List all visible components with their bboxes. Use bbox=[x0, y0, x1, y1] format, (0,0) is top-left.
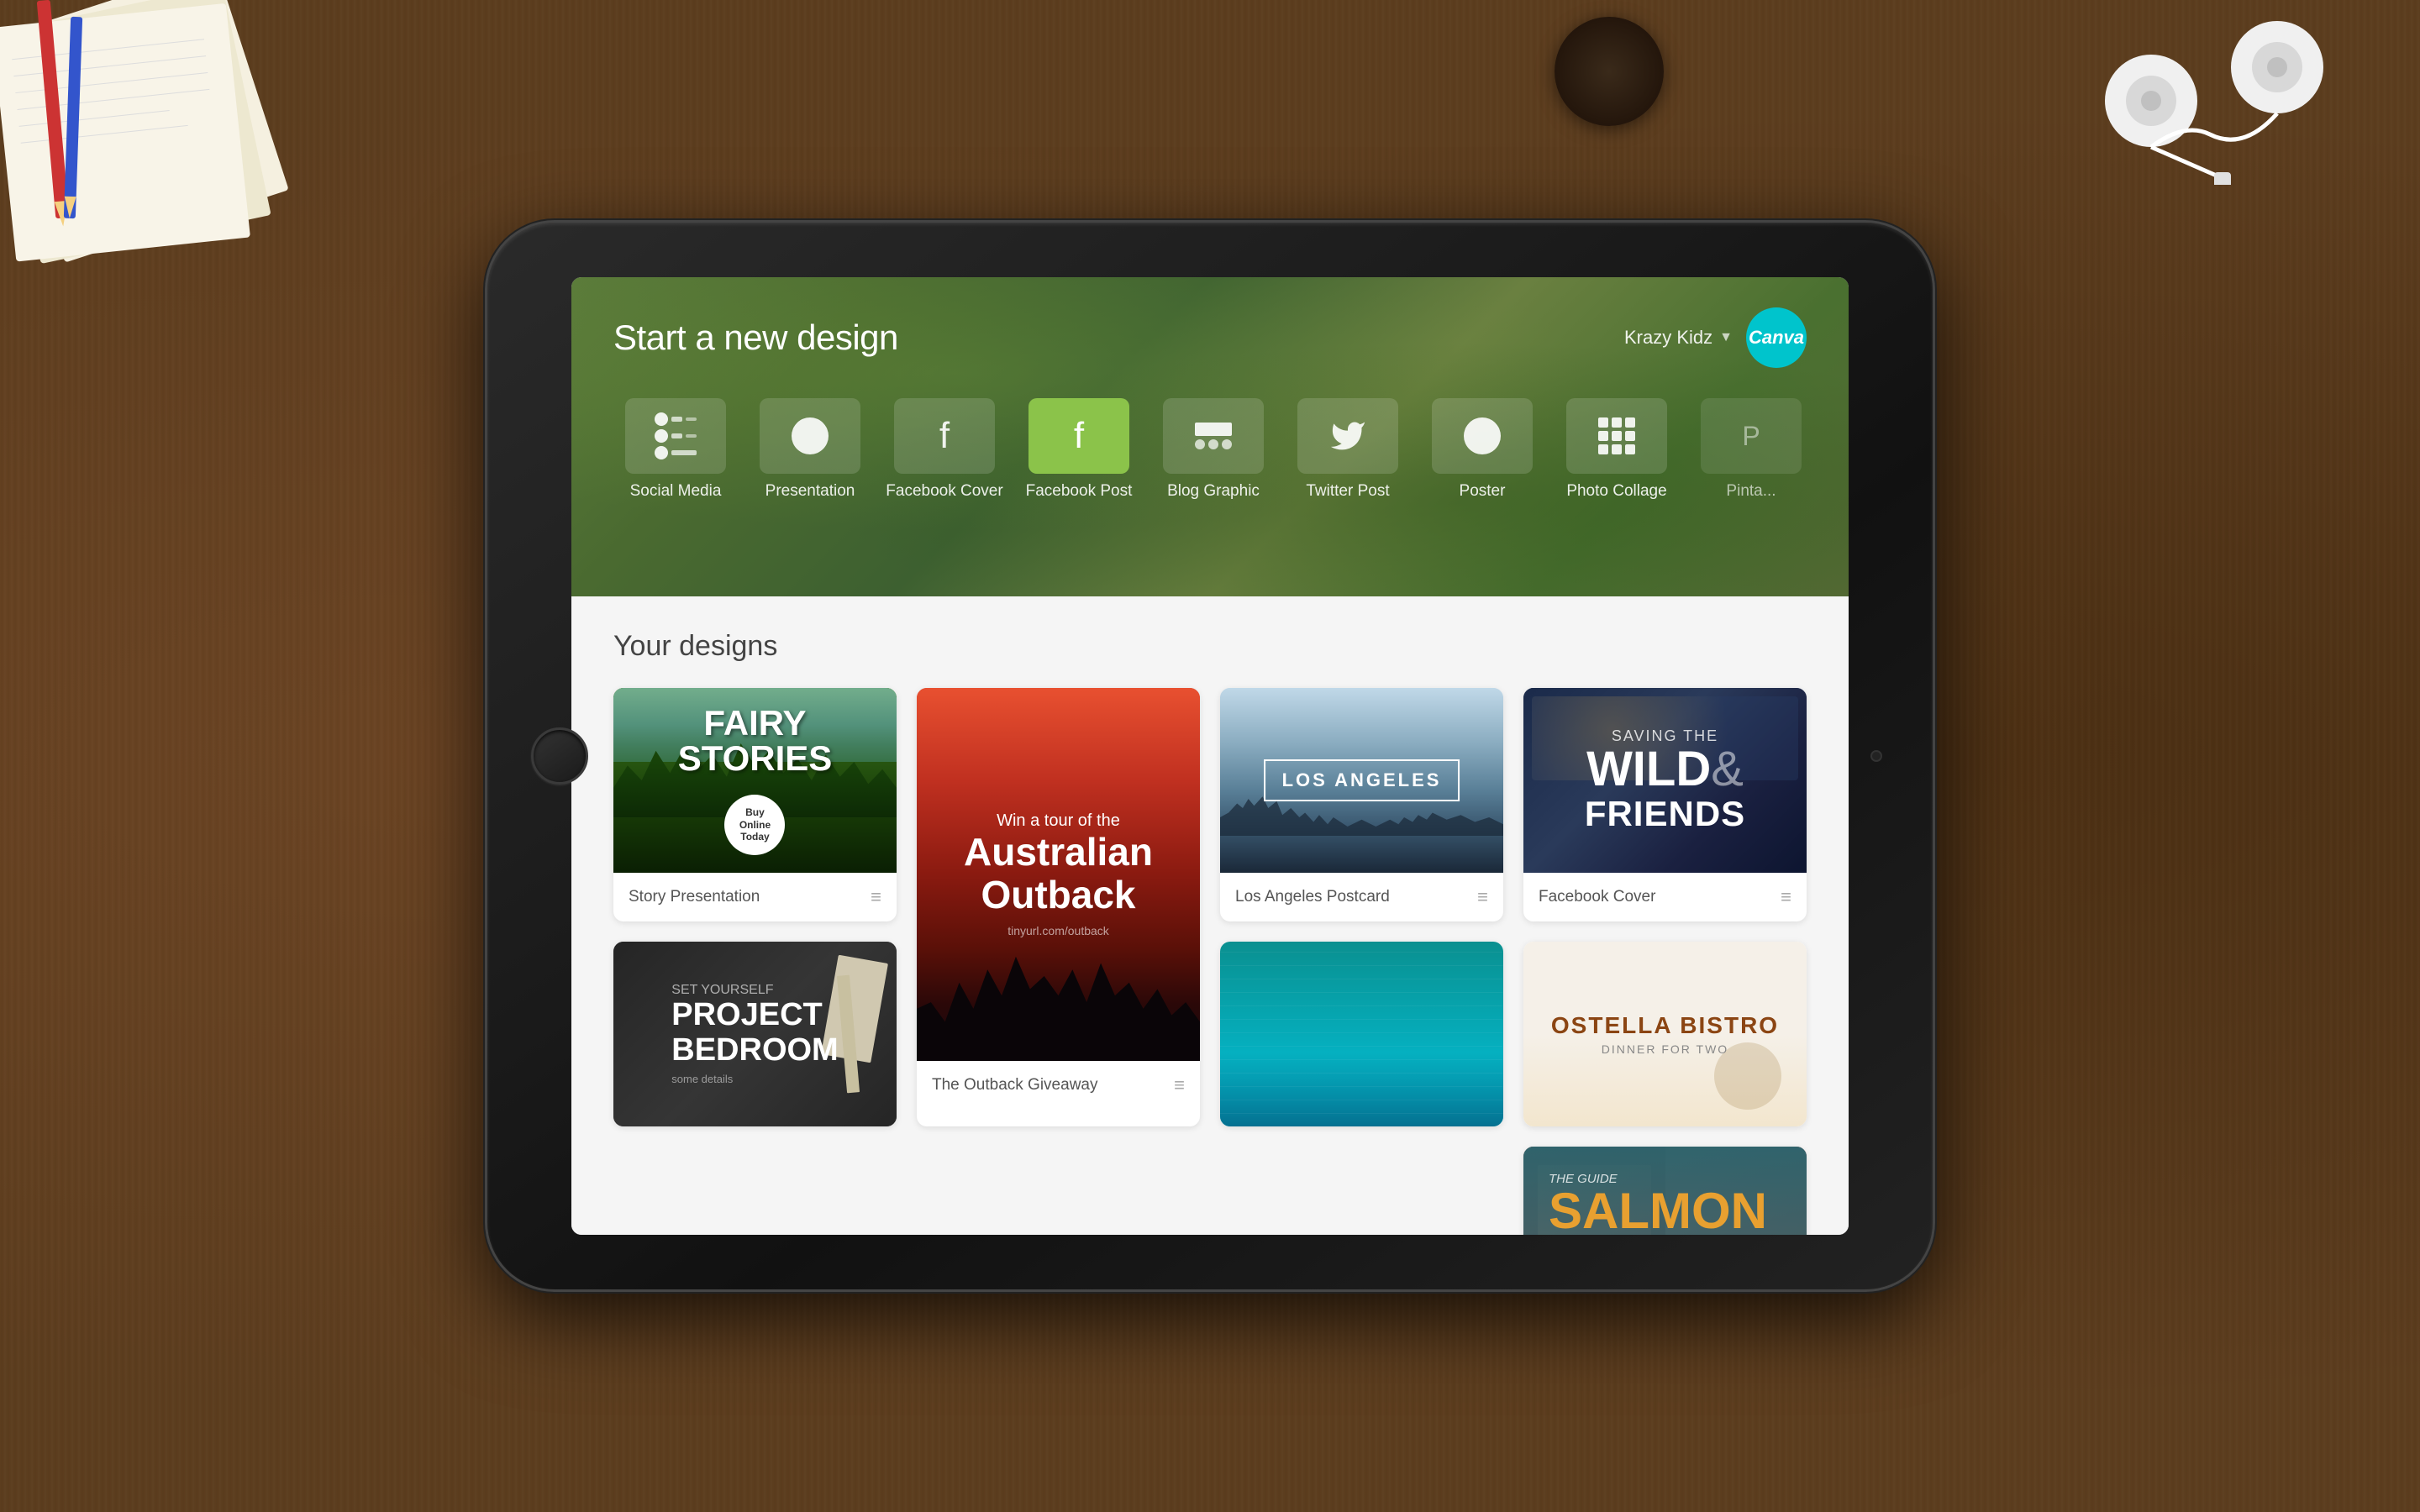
ipad-frame: Start a new design Krazy Kidz ▼ Canva bbox=[487, 223, 1933, 1289]
facebook-cover-icon: f bbox=[894, 398, 995, 474]
outback-card-name: The Outback Giveaway bbox=[932, 1076, 1097, 1095]
fairy-stories-image: FAIRYSTORIES BuyOnlineToday bbox=[613, 688, 897, 873]
design-type-social-media[interactable]: Social Media bbox=[613, 398, 738, 501]
outback-sub-text: tinyurl.com/outback bbox=[964, 924, 1153, 937]
poster-icon bbox=[1432, 398, 1533, 474]
dropdown-arrow-icon: ▼ bbox=[1719, 330, 1733, 345]
fairy-stories-menu-icon[interactable]: ≡ bbox=[871, 886, 881, 908]
project-title-text: PROJECTBEDROOM bbox=[671, 998, 838, 1068]
wild-amp-text: & bbox=[1711, 745, 1744, 794]
canva-logo[interactable]: Canva bbox=[1746, 307, 1807, 368]
design-type-facebook-cover[interactable]: f Facebook Cover bbox=[882, 398, 1007, 501]
social-media-label: Social Media bbox=[630, 482, 722, 501]
ipad-camera bbox=[1870, 750, 1882, 762]
design-card-la[interactable]: LOS ANGELES Los Angeles Postcard ≡ bbox=[1220, 688, 1503, 921]
pinta-icon: P bbox=[1701, 398, 1802, 474]
outback-main-text: AustralianOutback bbox=[964, 831, 1153, 916]
blog-graphic-icon bbox=[1163, 398, 1264, 474]
fairy-stories-title: FAIRYSTORIES bbox=[678, 706, 833, 776]
pinta-label: Pinta... bbox=[1726, 482, 1776, 501]
design-card-ostella[interactable]: OSTELLA BISTRO DINNER FOR TWO bbox=[1523, 942, 1807, 1126]
design-card-wild-friends[interactable]: SAVING THE WILD & FRIENDS Facebook Cover… bbox=[1523, 688, 1807, 921]
outback-menu-icon[interactable]: ≡ bbox=[1174, 1074, 1185, 1096]
canva-logo-text: Canva bbox=[1749, 327, 1804, 349]
design-type-presentation[interactable]: Presentation bbox=[748, 398, 872, 501]
outback-win-text: Win a tour of the bbox=[964, 811, 1153, 831]
design-type-twitter-post[interactable]: Twitter Post bbox=[1286, 398, 1410, 501]
wild-friends-card-name: Facebook Cover bbox=[1539, 888, 1655, 906]
blog-graphic-label: Blog Graphic bbox=[1167, 482, 1260, 501]
outback-image: Win a tour of the AustralianOutback tiny… bbox=[917, 688, 1200, 1061]
wild-friends-image: SAVING THE WILD & FRIENDS bbox=[1523, 688, 1807, 873]
design-card-project-bedroom[interactable]: SET YOURSELF PROJECTBEDROOM some details… bbox=[613, 942, 897, 1126]
ipad-screen: Start a new design Krazy Kidz ▼ Canva bbox=[571, 277, 1849, 1235]
poster-label: Poster bbox=[1460, 482, 1506, 501]
user-dropdown[interactable]: Krazy Kidz ▼ bbox=[1624, 327, 1733, 349]
design-types-row: Social Media Presentation f Facebook Cov… bbox=[613, 398, 1807, 501]
project-bedroom-image: SET YOURSELF PROJECTBEDROOM some details bbox=[613, 942, 897, 1126]
wild-friends-text-label: FRIENDS bbox=[1585, 794, 1745, 834]
design-card-fairy-stories[interactable]: FAIRYSTORIES BuyOnlineToday Story Presen… bbox=[613, 688, 897, 921]
header-section: Start a new design Krazy Kidz ▼ Canva bbox=[571, 277, 1849, 596]
photo-collage-label: Photo Collage bbox=[1566, 482, 1666, 501]
username-label: Krazy Kidz bbox=[1624, 327, 1712, 349]
la-image: LOS ANGELES bbox=[1220, 688, 1503, 873]
ocean-image bbox=[1220, 942, 1503, 1126]
ostella-image: OSTELLA BISTRO DINNER FOR TWO bbox=[1523, 942, 1807, 1126]
project-set-text: SET YOURSELF bbox=[671, 983, 838, 998]
design-type-photo-collage[interactable]: Photo Collage bbox=[1555, 398, 1679, 501]
facebook-cover-label: Facebook Cover bbox=[886, 482, 1002, 501]
salmon-image: THE GUIDE SALMON A full guide to choosin… bbox=[1523, 1147, 1807, 1235]
notebook-decoration bbox=[0, 0, 319, 269]
wild-friends-menu-icon[interactable]: ≡ bbox=[1781, 886, 1791, 908]
fairy-stories-card-name: Story Presentation bbox=[629, 888, 760, 906]
design-type-blog-graphic[interactable]: Blog Graphic bbox=[1151, 398, 1276, 501]
photo-collage-icon bbox=[1566, 398, 1667, 474]
design-card-ocean[interactable] bbox=[1220, 942, 1503, 1126]
page-title: Start a new design bbox=[613, 318, 898, 358]
la-city-name: LOS ANGELES bbox=[1264, 759, 1460, 801]
wild-title-text: WILD bbox=[1586, 745, 1711, 794]
la-card-name: Los Angeles Postcard bbox=[1235, 888, 1390, 906]
design-type-facebook-post[interactable]: f Facebook Post bbox=[1017, 398, 1141, 501]
design-type-poster[interactable]: Poster bbox=[1420, 398, 1544, 501]
presentation-label: Presentation bbox=[765, 482, 855, 501]
project-sub-text: some details bbox=[671, 1073, 838, 1085]
facebook-post-label: Facebook Post bbox=[1026, 482, 1133, 501]
twitter-post-icon bbox=[1297, 398, 1398, 474]
design-type-pinta[interactable]: P Pinta... bbox=[1689, 398, 1807, 501]
social-media-icon bbox=[625, 398, 726, 474]
designs-section: Your designs FAIRYSTORIES bbox=[571, 596, 1849, 1235]
earphones-decoration bbox=[1865, 0, 2370, 185]
presentation-icon bbox=[760, 398, 860, 474]
twitter-post-label: Twitter Post bbox=[1306, 482, 1389, 501]
ipad-home-button[interactable] bbox=[531, 727, 588, 785]
salmon-title-text: SALMON bbox=[1549, 1186, 1781, 1235]
la-menu-icon[interactable]: ≡ bbox=[1477, 886, 1488, 908]
designs-grid: FAIRYSTORIES BuyOnlineToday Story Presen… bbox=[613, 688, 1807, 1235]
fairy-stories-badge: BuyOnlineToday bbox=[724, 795, 785, 855]
dark-object bbox=[1555, 17, 1664, 126]
ostella-name-text: OSTELLA BISTRO bbox=[1551, 1012, 1779, 1039]
design-card-salmon[interactable]: THE GUIDE SALMON A full guide to choosin… bbox=[1523, 1147, 1807, 1235]
ostella-sub-text: DINNER FOR TWO bbox=[1551, 1042, 1779, 1056]
design-card-outback[interactable]: Win a tour of the AustralianOutback tiny… bbox=[917, 688, 1200, 1126]
designs-section-title: Your designs bbox=[613, 630, 1807, 663]
facebook-post-icon: f bbox=[1028, 398, 1129, 474]
